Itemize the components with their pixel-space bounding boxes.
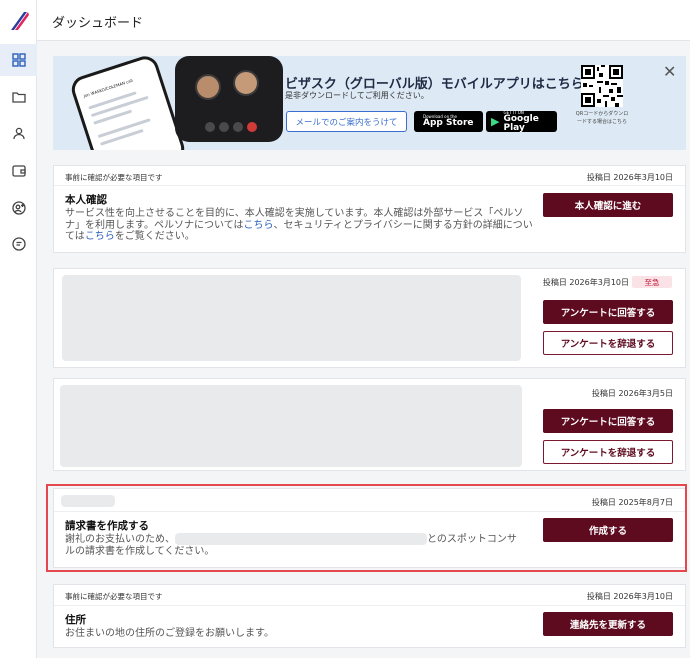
card-label: 事前に確認が必要な項目です: [65, 173, 163, 182]
top-header: ダッシュボード: [37, 0, 690, 41]
chat-icon: [11, 237, 26, 251]
update-contact-button[interactable]: 連絡先を更新する: [543, 612, 673, 636]
decline-survey-button[interactable]: アンケートを辞退する: [543, 331, 673, 355]
qr-code-image: [581, 65, 623, 107]
phone-mockup-image: Jon WASKO/COLEMAN call: [68, 56, 188, 150]
app-promo-banner: Jon WASKO/COLEMAN call ビザスク（グローバル版）モバイルア…: [53, 56, 686, 150]
decline-survey-button[interactable]: アンケートを辞退する: [543, 440, 673, 464]
card-label: 事前に確認が必要な項目です: [65, 592, 163, 601]
wallet-icon: [11, 165, 26, 177]
sidebar-item-dashboard[interactable]: [0, 44, 37, 76]
card-body: お住まいの地の住所のご登録をお願いします。: [65, 628, 274, 639]
dashboard-icon: [11, 53, 26, 67]
card-title: 本人確認: [65, 194, 107, 206]
banner-subtitle: 是非ダウンロードしてご利用ください。: [285, 91, 429, 100]
urgent-badge: 至急: [632, 276, 672, 288]
sidebar-item-add-user[interactable]: [0, 192, 37, 224]
card-title: 住所: [65, 614, 86, 626]
card-body: サービス性を向上させることを目的に、本人確認を実施しています。本人確認は外部サー…: [65, 208, 533, 242]
identity-card: 事前に確認が必要な項目です 投稿日 2026年3月10日 本人確認 サービス性を…: [53, 165, 686, 253]
card-date: 投稿日 2026年3月5日: [591, 389, 673, 398]
folder-icon: [11, 92, 26, 103]
card-date: 投稿日 2026年3月10日: [586, 592, 673, 601]
redacted-content: [62, 275, 521, 361]
phone-video-call-image: [175, 56, 283, 142]
email-guide-button[interactable]: メールでのご案内をうけて: [286, 111, 407, 132]
sidebar: [0, 0, 37, 658]
answer-survey-button[interactable]: アンケートに回答する: [543, 409, 673, 433]
page-title: ダッシュボード: [52, 16, 144, 31]
brand-logo[interactable]: [9, 10, 29, 32]
survey-card: 投稿日 2026年3月5日 アンケートに回答する アンケートを辞退する: [53, 378, 686, 471]
survey-card: 投稿日 2026年3月10日 至急 アンケートに回答する アンケートを辞退する: [53, 268, 686, 368]
sidebar-item-profile[interactable]: [0, 117, 37, 149]
highlight-frame: [46, 484, 687, 572]
card-date: 投稿日 2026年3月10日: [542, 278, 629, 287]
app-store-button[interactable]: Download on the App Store: [414, 111, 483, 132]
answer-survey-button[interactable]: アンケートに回答する: [543, 300, 673, 324]
sidebar-item-messages[interactable]: [0, 228, 37, 260]
privacy-link[interactable]: こちら: [85, 231, 115, 242]
close-icon[interactable]: ✕: [663, 62, 676, 81]
redacted-content: [60, 385, 522, 467]
card-date: 投稿日 2026年3月10日: [586, 173, 673, 182]
persona-link[interactable]: こちら: [244, 220, 274, 231]
sidebar-item-folder[interactable]: [0, 81, 37, 113]
add-user-icon: [11, 201, 26, 215]
sidebar-item-wallet[interactable]: [0, 155, 37, 187]
identity-verify-button[interactable]: 本人確認に進む: [543, 193, 673, 217]
person-icon: [12, 127, 25, 140]
google-play-button[interactable]: ▶ GET IT ON Google Play: [486, 110, 557, 132]
qr-caption: QRコードからダウンロードする場合はこちら: [575, 111, 629, 125]
google-play-icon: ▶: [491, 115, 500, 128]
address-card: 事前に確認が必要な項目です 投稿日 2026年3月10日 住所 お住まいの地の住…: [53, 584, 686, 648]
